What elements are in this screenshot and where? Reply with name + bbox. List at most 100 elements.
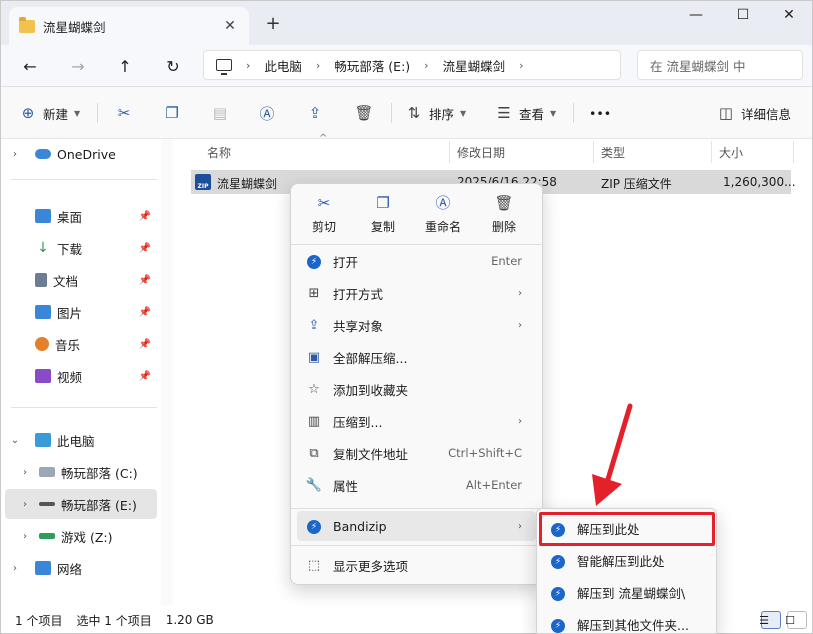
tab-current-folder[interactable]: 流星蝴蝶剑 ✕ [9,7,249,45]
status-item-count: 1 个项目 [15,613,63,628]
breadcrumb-separator: › [315,58,321,72]
tab-close-icon[interactable]: ✕ [221,18,239,34]
sidebar-item-drive-e[interactable]: › 畅玩部落 (E:) [5,489,157,519]
sidebar-item-pictures[interactable]: 图片 📌 [5,297,157,327]
sidebar-divider [11,179,157,180]
context-delete-button[interactable]: 🗑 删除 [476,192,532,238]
details-view-button[interactable]: ☰ [759,611,781,629]
sidebar-item-drive-z[interactable]: › 游戏 (Z:) [15,521,157,551]
sort-button[interactable]: ⇅ 排序 ▼ [403,101,466,125]
submenu-item-label: 解压到其他文件夹... [577,617,689,633]
maximize-button[interactable]: ☐ [728,7,758,23]
column-divider[interactable] [793,141,794,163]
menu-divider [291,545,542,546]
sidebar-scrollbar[interactable] [161,139,173,605]
menu-divider [291,508,542,509]
chevron-right-icon[interactable]: › [15,467,35,478]
status-selected: 选中 1 个项目 [76,613,152,628]
breadcrumb-drive-e[interactable]: 畅玩部落 (E:) [334,56,410,75]
wrench-icon: 🔧 [305,477,323,493]
address-bar[interactable]: › 此电脑 › 畅玩部落 (E:) › 流星蝴蝶剑 › [203,50,621,80]
more-options-button[interactable]: ••• [589,101,611,125]
minimize-button[interactable]: — [681,7,711,23]
network-icon [35,561,51,575]
copy-button[interactable]: ❐ [161,101,187,125]
column-header-modified[interactable]: 修改日期 [449,139,593,165]
context-cut-button[interactable]: ✂ 剪切 [296,192,352,238]
cut-button[interactable]: ✂ [113,101,139,125]
paste-button[interactable]: ▤ [209,101,235,125]
chevron-right-icon[interactable]: › [15,499,35,510]
context-rename-button[interactable]: Ⓐ 重命名 [415,192,471,238]
context-copy-button[interactable]: ❐ 复制 [355,192,411,238]
up-button[interactable]: ↑ [112,53,138,79]
menu-item-bandizip[interactable]: ⚡ Bandizip › [297,511,536,541]
sidebar-item-documents[interactable]: 文档 📌 [5,265,157,295]
menu-item-label: 打开 [333,254,359,270]
document-icon [35,273,47,287]
drive-icon [39,533,55,539]
details-pane-button[interactable]: ◫ 详细信息 [715,101,791,125]
details-pane-icon: ◫ [718,104,734,122]
column-header-size[interactable]: 大小 [711,139,793,165]
menu-item-more-options[interactable]: ⬚ 显示更多选项 [297,550,536,580]
sidebar-item-music[interactable]: 音乐 📌 [5,329,157,359]
sidebar-item-label: 音乐 [55,337,81,353]
menu-item-label: 复制文件地址 [333,446,409,462]
search-input[interactable]: 在 流星蝴蝶剑 中 [637,50,803,80]
column-header-type[interactable]: 类型 [593,139,711,165]
chevron-right-icon[interactable]: › [5,149,25,160]
delete-button[interactable]: 🗑 [353,101,379,125]
menu-item-share[interactable]: ⇪ 共享对象 › [297,310,536,340]
file-size: 1,260,300... [723,175,796,189]
back-button[interactable]: ← [17,53,43,79]
rename-button[interactable]: Ⓐ [256,101,282,125]
sidebar-item-downloads[interactable]: ↓ 下载 📌 [5,233,157,263]
sidebar-item-label: 文档 [53,273,79,289]
chevron-right-icon[interactable]: › [5,563,25,574]
menu-shortcut: Ctrl+Shift+C [448,446,522,460]
chevron-right-icon[interactable]: › [15,531,35,542]
breadcrumb-current-folder[interactable]: 流星蝴蝶剑 [443,56,506,75]
submenu-item-extract-to-folder[interactable]: ⚡ 解压到 流星蝴蝶剑\ [541,577,714,607]
new-button[interactable]: ⊕ 新建 ▼ [17,101,80,125]
menu-item-copy-path[interactable]: ⧉ 复制文件地址 Ctrl+Shift+C [297,438,536,468]
breadcrumb-this-pc[interactable]: 此电脑 [264,56,302,75]
new-tab-button[interactable]: + [263,13,283,34]
sidebar-item-label: 图片 [57,305,83,321]
sidebar-item-label: 畅玩部落 (C:) [61,465,138,481]
sidebar-item-label: 此电脑 [57,433,95,449]
chevron-down-icon[interactable]: ⌄ [5,435,25,446]
menu-item-open[interactable]: ⚡ 打开 Enter [297,246,536,276]
menu-item-add-favorite[interactable]: ☆ 添加到收藏夹 [297,374,536,404]
tiles-view-button[interactable]: ☐ [785,611,807,629]
breadcrumb-separator: › [519,58,524,72]
bandizip-icon: ⚡ [551,584,565,601]
view-label: 查看 [519,106,545,122]
refresh-button[interactable]: ↻ [160,53,186,79]
sidebar-item-onedrive[interactable]: › OneDrive [5,139,157,169]
sidebar-item-desktop[interactable]: 桌面 📌 [5,201,157,231]
view-button[interactable]: ☰ 查看 ▼ [493,101,556,125]
sidebar-item-drive-c[interactable]: › 畅玩部落 (C:) [15,457,157,487]
close-window-button[interactable]: ✕ [774,7,804,23]
column-header-name[interactable]: 名称 [199,139,449,165]
command-bar: ⊕ 新建 ▼ ✂ ❐ ▤ Ⓐ ⇪ 🗑 ⇅ 排序 ▼ ☰ 查看 ▼ ••• ◫ 详… [1,87,812,139]
menu-item-compress[interactable]: ▥ 压缩到... › [297,406,536,436]
sidebar-item-network[interactable]: › 网络 [5,553,157,583]
sidebar-item-videos[interactable]: 视频 📌 [5,361,157,391]
pin-icon: 📌 [138,370,151,382]
menu-item-properties[interactable]: 🔧 属性 Alt+Enter [297,470,536,500]
submenu-item-smart-extract[interactable]: ⚡ 智能解压到此处 [541,545,714,575]
tiles-view-icon: ☐ [785,613,795,627]
title-bar: 流星蝴蝶剑 ✕ + — ☐ ✕ [1,1,812,45]
menu-item-extract-all[interactable]: ▣ 全部解压缩... [297,342,536,372]
search-placeholder: 在 流星蝴蝶剑 中 [650,58,746,74]
submenu-item-extract-other[interactable]: ⚡ 解压到其他文件夹... [541,609,714,634]
context-delete-label: 删除 [491,220,516,234]
forward-button[interactable]: → [65,53,91,79]
share-button[interactable]: ⇪ [304,101,330,125]
menu-item-open-with[interactable]: ⊞ 打开方式 › [297,278,536,308]
archive-icon: ▥ [307,413,321,429]
sidebar-item-this-pc[interactable]: ⌄ 此电脑 [5,425,157,455]
